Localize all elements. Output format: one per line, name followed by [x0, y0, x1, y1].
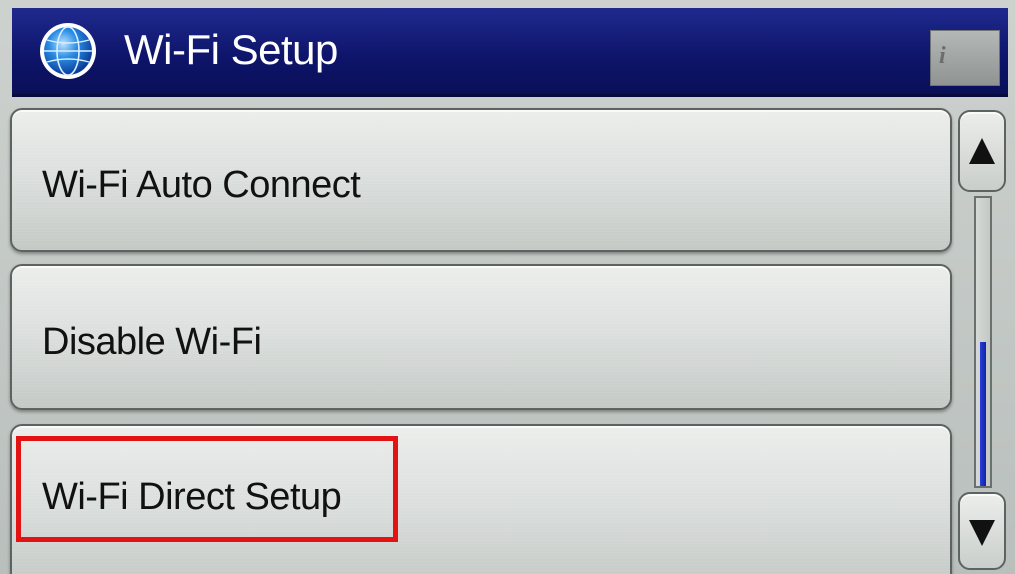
- info-button[interactable]: i: [930, 30, 1000, 86]
- menu-list: Wi-Fi Auto Connect Disable Wi-Fi Wi-Fi D…: [10, 102, 952, 574]
- globe-icon: [40, 23, 96, 79]
- info-icon: i: [939, 43, 946, 69]
- menu-item-label: Disable Wi-Fi: [42, 321, 262, 363]
- menu-item-wifi-direct-setup[interactable]: Wi-Fi Direct Setup: [10, 424, 952, 574]
- scroll-down-button[interactable]: [958, 492, 1006, 570]
- scrollbar-track[interactable]: [974, 196, 992, 488]
- scroll-up-button[interactable]: [958, 110, 1006, 192]
- triangle-down-icon: [969, 520, 995, 546]
- page-title: Wi-Fi Setup: [124, 26, 338, 73]
- menu-item-label: Wi-Fi Direct Setup: [42, 476, 342, 518]
- menu-item-wifi-auto-connect[interactable]: Wi-Fi Auto Connect: [10, 108, 952, 252]
- menu-item-disable-wifi[interactable]: Disable Wi-Fi: [10, 264, 952, 410]
- header-bar: Wi-Fi Setup i: [12, 8, 1008, 97]
- scrollbar-thumb[interactable]: [980, 342, 986, 486]
- triangle-up-icon: [969, 138, 995, 164]
- printer-screen: Wi-Fi Setup i Wi-Fi Auto Connect Disable…: [0, 0, 1015, 574]
- menu-item-label: Wi-Fi Auto Connect: [42, 164, 361, 206]
